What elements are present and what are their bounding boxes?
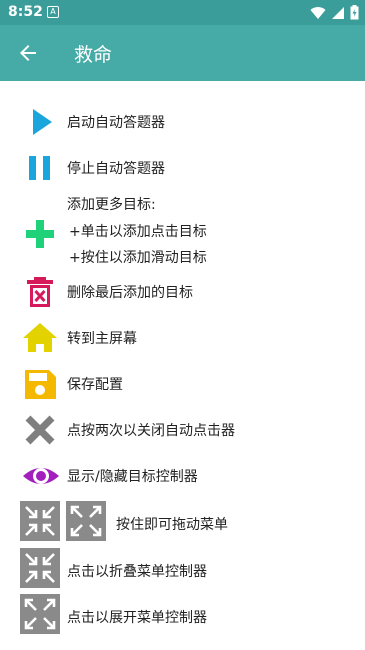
wifi-icon: [310, 6, 326, 19]
list-item-home: 转到主屏幕: [0, 314, 365, 360]
home-label: 转到主屏幕: [67, 331, 137, 347]
play-icon: [33, 109, 52, 135]
list-item-delete: 删除最后添加的目标: [0, 268, 365, 314]
list-item-expand: 点击以展开菜单控制器: [0, 592, 365, 638]
list-item-toggle-targets: 显示/隐藏目标控制器: [0, 452, 365, 498]
list-item-close: 点按两次以关闭自动点击器: [0, 406, 365, 452]
list-item-add-targets: 添加更多目标: +单击以添加点击目标 +按住以添加滑动目标: [0, 196, 365, 270]
expand-label: 点击以展开菜单控制器: [67, 610, 207, 626]
pause-icon: [29, 156, 50, 180]
home-icon: [23, 323, 57, 352]
collapse-arrows-icon: [20, 548, 60, 588]
list-item-save: 保存配置: [0, 360, 365, 406]
drag-menu-label: 按住即可拖动菜单: [116, 517, 228, 533]
toggle-targets-label: 显示/隐藏目标控制器: [67, 469, 198, 485]
status-time: 8:52: [8, 4, 43, 20]
collapse-arrows-icon: [20, 501, 60, 541]
list-item-start: 启动自动答题器: [0, 98, 365, 144]
close-label: 点按两次以关闭自动点击器: [67, 423, 235, 439]
expand-arrows-icon: [66, 501, 106, 541]
delete-label: 删除最后添加的目标: [67, 285, 193, 301]
start-label: 启动自动答题器: [67, 115, 165, 131]
add-swipe-label: +按住以添加滑动目标: [69, 250, 207, 266]
add-click-label: +单击以添加点击目标: [69, 224, 207, 240]
save-icon: [25, 370, 56, 399]
save-label: 保存配置: [67, 377, 123, 393]
plus-icon: [26, 220, 54, 248]
back-arrow-icon[interactable]: [16, 41, 40, 65]
list-item-collapse: 点击以折叠菜单控制器: [0, 546, 365, 592]
add-header-label: 添加更多目标:: [67, 197, 156, 213]
signal-icon: [332, 6, 344, 19]
page-title: 救命: [74, 44, 113, 66]
collapse-label: 点击以折叠菜单控制器: [67, 564, 207, 580]
stop-label: 停止自动答题器: [67, 161, 165, 177]
list-item-drag-menu: 按住即可拖动菜单: [0, 498, 365, 546]
list-item-stop: 停止自动答题器: [0, 144, 365, 190]
system-icons: [310, 5, 359, 20]
app-bar: 救命: [0, 25, 365, 81]
close-icon: [25, 415, 55, 445]
notification-a-icon: A: [47, 6, 59, 18]
eye-icon: [23, 468, 59, 484]
expand-arrows-icon: [20, 594, 60, 634]
trash-icon: [27, 277, 53, 307]
battery-icon: [350, 5, 359, 20]
status-bar: 8:52 A: [0, 0, 365, 25]
